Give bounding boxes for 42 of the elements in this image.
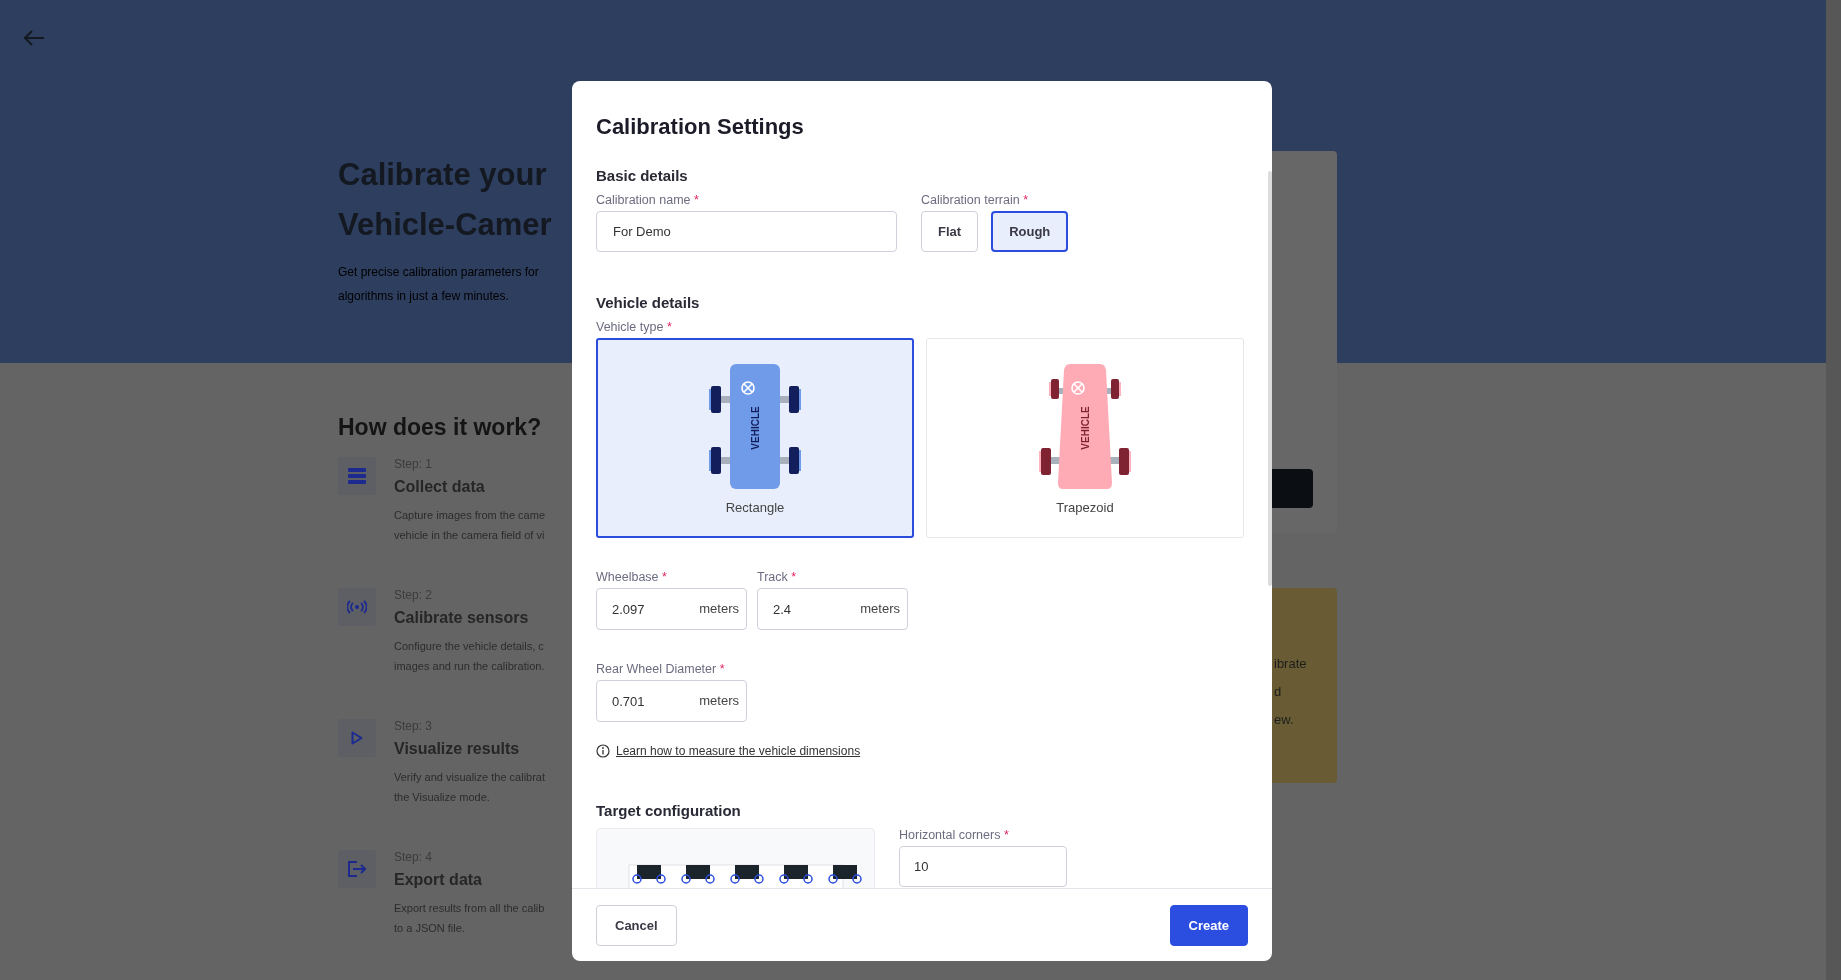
scrollbar[interactable] — [1826, 0, 1841, 980]
field-label: Calibration terrain * — [921, 193, 1030, 207]
vehicle-drawing: VEHICLE — [707, 361, 803, 492]
field-label: Calibration name * — [596, 193, 700, 207]
corners-input[interactable]: 10 — [899, 846, 1067, 887]
field-label: Vehicle type * — [596, 320, 673, 334]
vehicle-type-label: Trapezoid — [1056, 499, 1114, 515]
dialog-title: Calibration Settings — [595, 113, 805, 141]
export-icon — [347, 861, 367, 877]
vehicle-type-card[interactable]: VEHICLE Trapezoid — [926, 338, 1244, 538]
step-title: Visualize results — [394, 740, 521, 758]
unit-label: meters — [860, 601, 900, 616]
step-title: Calibrate sensors — [394, 609, 530, 627]
field-label: Horizontal corners * — [899, 828, 1010, 842]
vehicle-type-label: Rectangle — [725, 499, 785, 515]
terrain-option[interactable]: Rough — [991, 211, 1069, 252]
hero-title: Calibrate your Vehicle-Camer — [338, 156, 553, 244]
unit-label: meters — [699, 693, 739, 708]
field-label: Track * — [757, 570, 798, 584]
cancel-button[interactable]: Cancel — [596, 904, 677, 946]
section-heading: Basic details — [596, 167, 689, 184]
info-icon — [596, 744, 610, 758]
hero-subtitle: Get precise calibration parameters for algorithms in just a few minutes. — [338, 264, 540, 305]
terrain-option[interactable]: Flat — [921, 211, 979, 252]
step-title: Export data — [394, 871, 483, 889]
section-heading: How does it work? — [338, 414, 543, 441]
note-text: ibrate d ew. — [1274, 655, 1307, 729]
broadcast-icon — [347, 600, 367, 614]
play-icon — [351, 731, 363, 745]
name-input[interactable]: For Demo — [596, 211, 897, 252]
list-icon — [348, 468, 366, 484]
back-arrow-icon[interactable] — [22, 28, 46, 48]
unit-label: meters — [699, 601, 739, 616]
vehicle-drawing: VEHICLE — [1037, 361, 1133, 492]
section-heading: Target configuration — [596, 802, 742, 819]
create-button[interactable]: Create — [1169, 904, 1248, 946]
section-heading: Vehicle details — [596, 294, 701, 311]
help-link[interactable]: Learn how to measure the vehicle dimensions — [616, 744, 861, 758]
field-label: Rear Wheel Diameter * — [596, 662, 726, 676]
field-label: Wheelbase * — [596, 570, 668, 584]
dialog-scrollbar[interactable] — [1268, 171, 1272, 586]
step-title: Collect data — [394, 478, 486, 496]
